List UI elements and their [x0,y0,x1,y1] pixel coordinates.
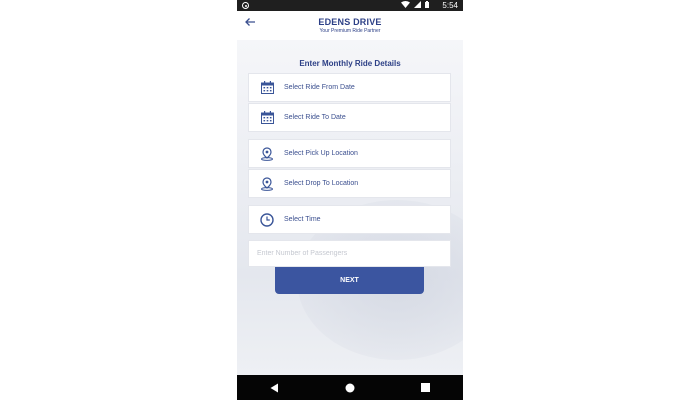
recents-square-icon[interactable] [405,375,445,400]
back-triangle-icon[interactable] [255,375,295,400]
home-circle-icon[interactable] [330,375,370,400]
wifi-icon [401,1,410,8]
notification-icon [242,2,249,9]
pickup-location-field[interactable]: Select Pick Up Location [248,139,451,168]
field-label: Select Pick Up Location [284,150,358,157]
app-header: EDENS DRIVE Your Premium Ride Partner [237,11,463,41]
calendar-icon [260,81,274,95]
phone-screen: 5:54 EDENS DRIVE Your Premium Ride Partn… [237,0,463,400]
ride-to-date-field[interactable]: Select Ride To Date [248,103,451,132]
next-button[interactable]: NEXT [275,267,424,294]
location-pin-icon [260,176,274,191]
time-field[interactable]: Select Time [248,205,451,234]
status-time: 5:54 [442,1,458,10]
status-bar: 5:54 [237,0,463,11]
ride-from-date-field[interactable]: Select Ride From Date [248,73,451,102]
clock-icon [260,212,274,227]
signal-icon [414,1,421,8]
app-title: EDENS DRIVE [318,17,382,27]
field-label: Select Ride To Date [284,114,346,121]
drop-location-field[interactable]: Select Drop To Location [248,169,451,198]
battery-icon [425,1,429,8]
app-tagline: Your Premium Ride Partner [319,28,381,34]
calendar-icon [260,111,274,125]
form-title: Enter Monthly Ride Details [299,59,401,68]
location-pin-icon [260,146,274,161]
field-label: Select Time [284,216,321,223]
field-label: Select Drop To Location [284,180,359,187]
passengers-input[interactable] [248,240,451,267]
android-nav-bar [237,375,463,400]
field-label: Select Ride From Date [284,84,355,91]
